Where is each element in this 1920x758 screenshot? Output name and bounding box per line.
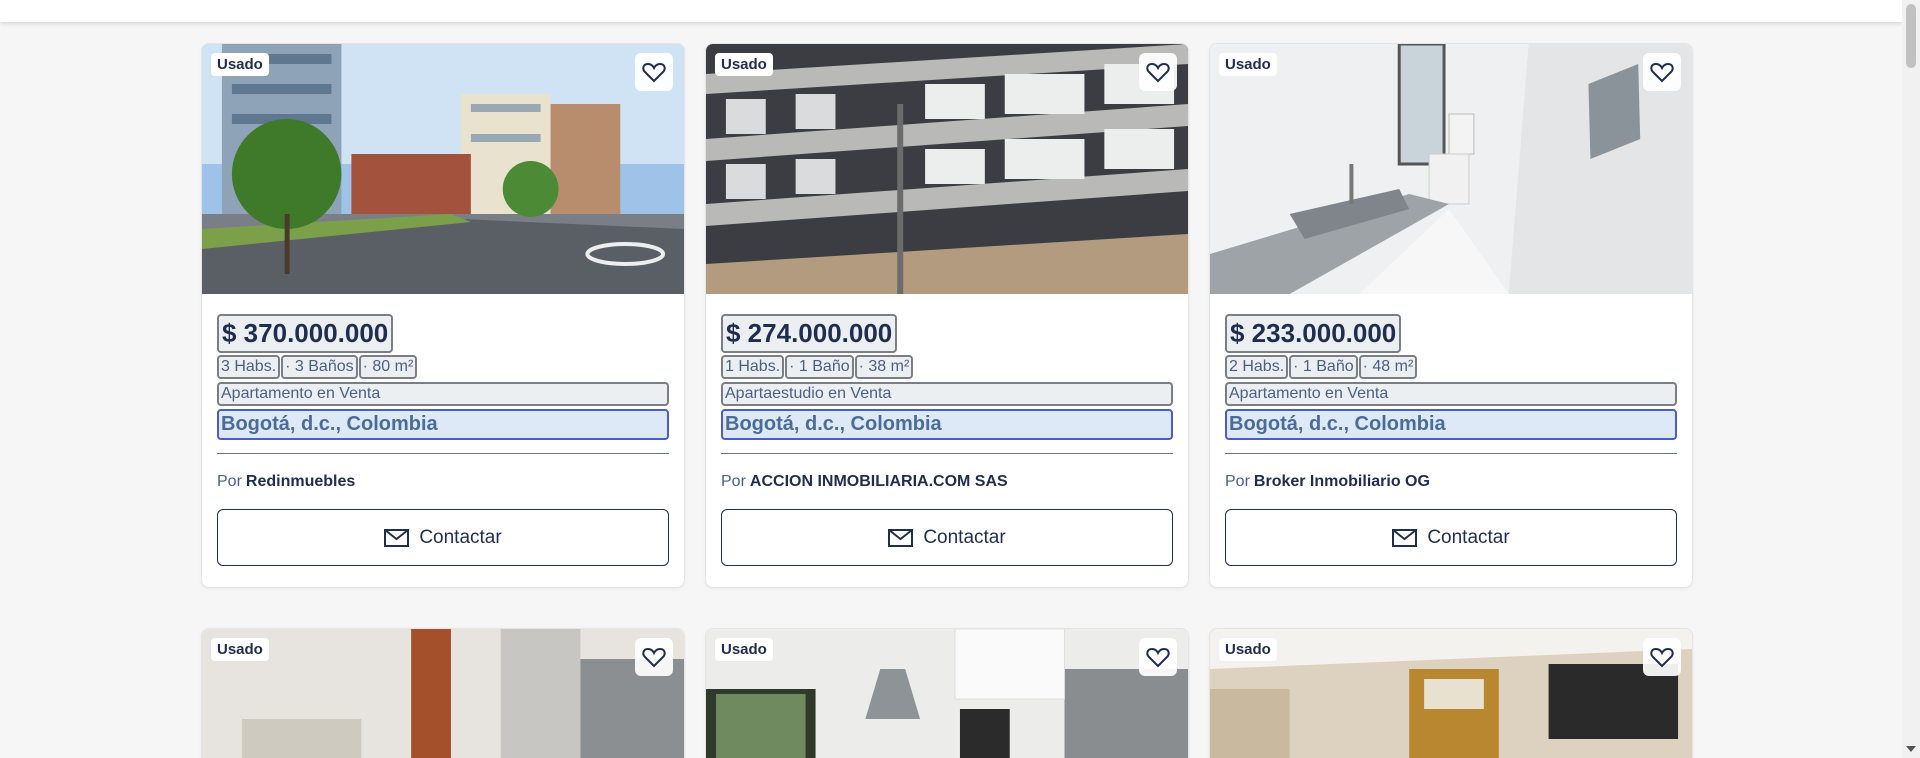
- heart-icon: [642, 647, 666, 668]
- listing-photo[interactable]: Usado: [202, 629, 684, 758]
- divider: [721, 453, 1173, 454]
- heart-icon: [1650, 62, 1674, 83]
- listing-photo[interactable]: Usado: [202, 44, 684, 294]
- page-scrollbar[interactable]: [1902, 0, 1920, 758]
- listing-location[interactable]: Bogotá, d.c., Colombia: [1225, 409, 1677, 440]
- listing-location[interactable]: Bogotá, d.c., Colombia: [217, 409, 669, 440]
- feature-rooms: 2 Habs.: [1225, 355, 1289, 379]
- heart-icon: [642, 62, 666, 83]
- street-photo: [202, 44, 684, 294]
- listing-grid: Usado $ 370.000.000 3 Habs. · 3 Baños · …: [201, 43, 1693, 758]
- condition-badge: Usado: [1219, 53, 1277, 76]
- listing-photo[interactable]: Usado: [1210, 629, 1692, 758]
- property-type: Apartaestudio en Venta: [721, 382, 1173, 406]
- favorite-button[interactable]: [1139, 53, 1177, 91]
- favorite-button[interactable]: [635, 638, 673, 676]
- listing-card[interactable]: Usado: [705, 628, 1189, 758]
- listing-price: $ 233.000.000: [1225, 314, 1402, 353]
- listing-location[interactable]: Bogotá, d.c., Colombia: [721, 409, 1173, 440]
- favorite-button[interactable]: [1643, 638, 1681, 676]
- feature-rooms: 1 Habs.: [721, 355, 785, 379]
- heart-icon: [1650, 647, 1674, 668]
- agency-name[interactable]: Redinmuebles: [246, 473, 355, 490]
- listing-card[interactable]: Usado $ 370.000.000 3 Habs. · 3 Baños · …: [201, 43, 685, 588]
- listing-photo[interactable]: Usado: [1210, 44, 1692, 294]
- contact-button[interactable]: Contactar: [1225, 509, 1677, 566]
- heart-icon: [1146, 62, 1170, 83]
- top-bar: [0, 0, 1902, 22]
- scroll-down-icon[interactable]: [1906, 746, 1916, 752]
- condition-badge: Usado: [211, 638, 269, 661]
- listing-photo[interactable]: Usado: [706, 629, 1188, 758]
- scrollbar-thumb[interactable]: [1906, 4, 1916, 68]
- listing-agency: Por Redinmuebles: [217, 473, 669, 491]
- condition-badge: Usado: [715, 53, 773, 76]
- favorite-button[interactable]: [635, 53, 673, 91]
- divider: [217, 453, 669, 454]
- favorite-button[interactable]: [1139, 638, 1177, 676]
- condition-badge: Usado: [1219, 638, 1277, 661]
- condition-badge: Usado: [715, 638, 773, 661]
- condition-badge: Usado: [211, 53, 269, 76]
- listing-agency: Por ACCION INMOBILIARIA.COM SAS: [721, 473, 1173, 491]
- favorite-button[interactable]: [1643, 53, 1681, 91]
- feature-baths: · 3 Baños: [281, 355, 358, 379]
- agency-name[interactable]: ACCION INMOBILIARIA.COM SAS: [750, 473, 1008, 490]
- listing-body: $ 370.000.000 3 Habs. · 3 Baños · 80 m² …: [202, 294, 684, 566]
- listing-card[interactable]: Usado $ 233.000.000 2 Habs. · 1 Baño · 4…: [1209, 43, 1693, 588]
- divider: [1225, 453, 1677, 454]
- kitchen-photo: [706, 629, 1188, 758]
- heart-icon: [1146, 647, 1170, 668]
- listing-card[interactable]: Usado: [1209, 628, 1693, 758]
- envelope-icon: [1392, 528, 1418, 547]
- listing-features: 1 Habs. · 1 Baño · 38 m²: [721, 355, 1173, 379]
- contact-label: Contactar: [419, 526, 502, 548]
- property-type: Apartamento en Venta: [217, 382, 669, 406]
- contact-button[interactable]: Contactar: [721, 509, 1173, 566]
- contact-label: Contactar: [923, 526, 1006, 548]
- listing-body: $ 233.000.000 2 Habs. · 1 Baño · 48 m² A…: [1210, 294, 1692, 566]
- feature-area: · 38 m²: [854, 355, 914, 379]
- listing-card[interactable]: Usado: [201, 628, 685, 758]
- kitchen-photo: [1210, 44, 1692, 294]
- contact-button[interactable]: Contactar: [217, 509, 669, 566]
- property-type: Apartamento en Venta: [1225, 382, 1677, 406]
- living-photo: [1210, 629, 1692, 758]
- listing-features: 2 Habs. · 1 Baño · 48 m²: [1225, 355, 1677, 379]
- listing-agency: Por Broker Inmobiliario OG: [1225, 473, 1677, 491]
- feature-baths: · 1 Baño: [785, 355, 854, 379]
- feature-area: · 48 m²: [1358, 355, 1418, 379]
- listing-photo[interactable]: Usado: [706, 44, 1188, 294]
- envelope-icon: [384, 528, 410, 547]
- feature-area: · 80 m²: [358, 355, 418, 379]
- by-label: Por: [721, 473, 746, 490]
- listing-price: $ 274.000.000: [721, 314, 898, 353]
- feature-rooms: 3 Habs.: [217, 355, 281, 379]
- feature-baths: · 1 Baño: [1289, 355, 1358, 379]
- by-label: Por: [1225, 473, 1250, 490]
- listing-price: $ 370.000.000: [217, 314, 394, 353]
- building-photo: [706, 44, 1188, 294]
- listing-body: $ 274.000.000 1 Habs. · 1 Baño · 38 m² A…: [706, 294, 1188, 566]
- contact-label: Contactar: [1427, 526, 1510, 548]
- by-label: Por: [217, 473, 242, 490]
- interior-photo: [202, 629, 684, 758]
- agency-name[interactable]: Broker Inmobiliario OG: [1254, 473, 1430, 490]
- listing-features: 3 Habs. · 3 Baños · 80 m²: [217, 355, 669, 379]
- listing-card[interactable]: Usado $ 274.000.000 1 Habs. · 1 Baño · 3…: [705, 43, 1189, 588]
- envelope-icon: [888, 528, 914, 547]
